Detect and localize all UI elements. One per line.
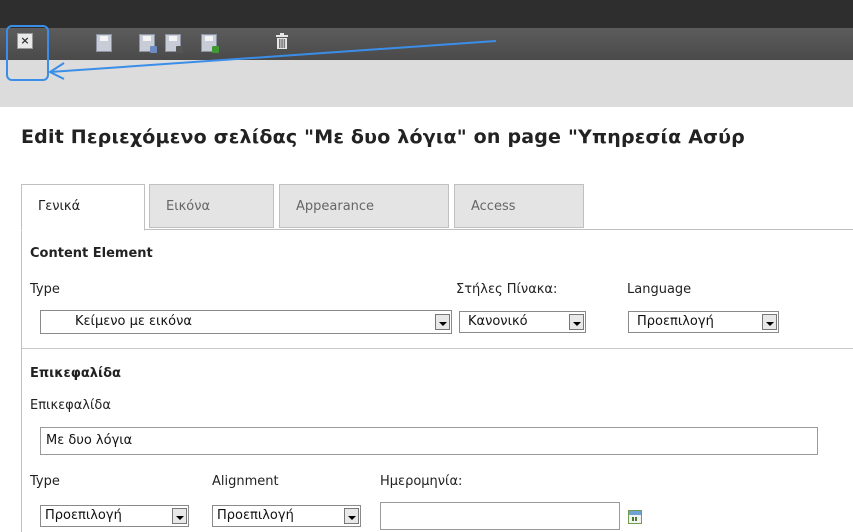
page-title: Edit Περιεχόμενο σελίδας "Με δυο λόγια" …	[21, 126, 745, 148]
header-type-select-value: Προεπιλογή	[45, 508, 122, 523]
content-element-heading: Content Element	[30, 246, 153, 261]
tab-access[interactable]: Access	[454, 184, 584, 228]
alignment-select-value: Προεπιλογή	[217, 508, 294, 523]
section-divider	[22, 348, 853, 349]
type-label: Type	[30, 282, 60, 297]
chevron-down-icon[interactable]	[172, 508, 187, 524]
chevron-down-icon[interactable]	[569, 314, 584, 330]
header-type-select[interactable]: Προεπιλογή	[40, 505, 189, 527]
header-input[interactable]: Με δυο λόγια	[40, 427, 818, 455]
header-type-label: Type	[30, 474, 60, 489]
chevron-down-icon[interactable]	[435, 314, 450, 330]
columns-select-value: Κανονικό	[468, 314, 528, 329]
header-field-label: Επικεφαλίδα	[30, 398, 111, 413]
language-label: Language	[627, 282, 692, 297]
alignment-select[interactable]: Προεπιλογή	[212, 505, 361, 527]
date-input[interactable]	[380, 502, 620, 530]
type-select-value: Κείμενο με εικόνα	[75, 314, 192, 329]
form-panel: Content Element Type Στήλες Πίνακα: Lang…	[21, 229, 853, 532]
calendar-icon[interactable]	[628, 510, 642, 524]
chevron-down-icon[interactable]	[344, 508, 359, 524]
date-label: Ημερομηνία:	[380, 474, 463, 489]
columns-label: Στήλες Πίνακα:	[456, 282, 558, 297]
tab-image[interactable]: Εικόνα	[149, 184, 274, 228]
language-select-value: Προεπιλογή	[637, 314, 714, 329]
alignment-label: Alignment	[212, 474, 279, 489]
tab-general[interactable]: Γενικά	[21, 184, 145, 231]
type-select[interactable]: Κείμενο με εικόνα	[40, 310, 452, 334]
language-select[interactable]: Προεπιλογή	[628, 311, 779, 333]
header-section-heading: Επικεφαλίδα	[30, 366, 121, 381]
chevron-down-icon[interactable]	[762, 314, 777, 330]
tab-appearance[interactable]: Appearance	[279, 184, 449, 228]
columns-select[interactable]: Κανονικό	[459, 311, 586, 333]
